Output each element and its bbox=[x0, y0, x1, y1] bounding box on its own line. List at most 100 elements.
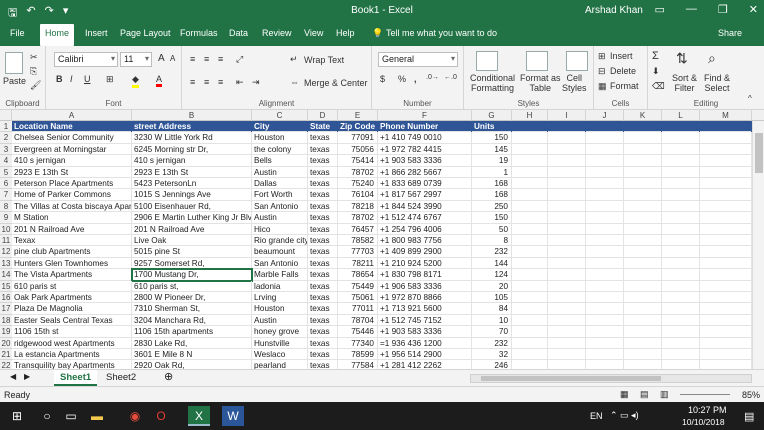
task-view-icon[interactable]: ▭ bbox=[60, 406, 82, 426]
table-cell[interactable]: 76457 bbox=[338, 223, 378, 235]
percent-button[interactable]: % bbox=[398, 74, 406, 84]
table-cell[interactable]: 1106 15th st bbox=[12, 326, 132, 338]
empty-cell[interactable] bbox=[700, 269, 752, 281]
empty-cell[interactable] bbox=[662, 303, 700, 315]
table-cell[interactable]: 8 bbox=[472, 235, 512, 247]
row-header[interactable]: 12 bbox=[0, 246, 12, 258]
column-header[interactable]: K bbox=[624, 110, 662, 121]
row-header[interactable]: 9 bbox=[0, 212, 12, 224]
header-cell[interactable]: State bbox=[308, 121, 338, 133]
empty-cell[interactable] bbox=[662, 246, 700, 258]
empty-cell[interactable] bbox=[624, 326, 662, 338]
empty-cell[interactable] bbox=[512, 121, 548, 133]
table-cell[interactable]: Fort Worth bbox=[252, 189, 308, 201]
table-cell[interactable]: 19 bbox=[472, 155, 512, 167]
empty-cell[interactable] bbox=[586, 257, 624, 270]
column-header[interactable]: J bbox=[586, 110, 624, 121]
table-cell[interactable]: Austin bbox=[252, 166, 308, 178]
empty-cell[interactable] bbox=[700, 178, 752, 190]
zoom-slider[interactable] bbox=[680, 394, 730, 395]
empty-cell[interactable] bbox=[586, 269, 624, 281]
table-cell[interactable]: 78654 bbox=[338, 269, 378, 281]
table-cell[interactable]: 75449 bbox=[338, 280, 378, 292]
empty-cell[interactable] bbox=[700, 246, 752, 258]
empty-cell[interactable] bbox=[662, 178, 700, 190]
language-indicator[interactable]: EN bbox=[590, 411, 603, 421]
table-cell[interactable]: 70 bbox=[472, 326, 512, 338]
sheet-tab-1[interactable]: Sheet1 bbox=[54, 370, 98, 386]
table-cell[interactable]: Bells bbox=[252, 155, 308, 167]
table-cell[interactable]: Chelsea Senior Community bbox=[12, 132, 132, 144]
paste-icon[interactable] bbox=[5, 52, 23, 74]
table-cell[interactable]: texas bbox=[308, 235, 338, 247]
decrease-indent-icon[interactable]: ⇤ bbox=[236, 77, 244, 88]
table-cell[interactable]: Live Oak bbox=[132, 235, 252, 247]
column-header[interactable]: H bbox=[512, 110, 548, 121]
empty-cell[interactable] bbox=[548, 189, 586, 201]
cell-styles-icon[interactable] bbox=[566, 51, 588, 71]
row-header[interactable]: 21 bbox=[0, 349, 12, 361]
clock-time[interactable]: 10:27 PM bbox=[688, 405, 727, 415]
empty-cell[interactable] bbox=[624, 292, 662, 304]
empty-cell[interactable] bbox=[512, 326, 548, 338]
table-cell[interactable]: +1 972 870 8866 bbox=[378, 292, 472, 304]
table-cell[interactable]: 78704 bbox=[338, 314, 378, 327]
sort-filter-icon[interactable]: ⇅ bbox=[676, 50, 688, 67]
table-cell[interactable]: 3601 E Mile 8 N bbox=[132, 349, 252, 361]
empty-cell[interactable] bbox=[662, 337, 700, 349]
table-cell[interactable]: 75446 bbox=[338, 326, 378, 338]
empty-cell[interactable] bbox=[662, 143, 700, 156]
table-cell[interactable]: 5100 Eisenhauer Rd, bbox=[132, 200, 252, 213]
row-header[interactable]: 18 bbox=[0, 314, 12, 327]
empty-cell[interactable] bbox=[512, 303, 548, 315]
column-header[interactable]: E bbox=[338, 110, 378, 121]
table-cell[interactable]: texas bbox=[308, 200, 338, 213]
empty-cell[interactable] bbox=[700, 223, 752, 235]
row-header[interactable]: 7 bbox=[0, 189, 12, 201]
empty-cell[interactable] bbox=[624, 200, 662, 213]
table-cell[interactable]: +1 903 583 3336 bbox=[378, 155, 472, 167]
row-header[interactable]: 14 bbox=[0, 269, 12, 281]
table-cell[interactable]: Home of Parker Commons bbox=[12, 189, 132, 201]
table-cell[interactable]: +1 844 524 3990 bbox=[378, 200, 472, 213]
empty-cell[interactable] bbox=[662, 212, 700, 224]
empty-cell[interactable] bbox=[586, 337, 624, 349]
empty-cell[interactable] bbox=[548, 132, 586, 144]
empty-cell[interactable] bbox=[586, 223, 624, 235]
table-cell[interactable]: ridgewood west Apartments bbox=[12, 337, 132, 349]
table-cell[interactable]: M Station bbox=[12, 212, 132, 224]
empty-cell[interactable] bbox=[662, 155, 700, 167]
empty-cell[interactable] bbox=[624, 155, 662, 167]
table-cell[interactable]: San Antonio bbox=[252, 257, 308, 270]
format-painter-icon[interactable]: 🖌 bbox=[30, 80, 41, 91]
table-cell[interactable]: Hunstville bbox=[252, 337, 308, 349]
empty-cell[interactable] bbox=[586, 155, 624, 167]
table-cell[interactable]: texas bbox=[308, 314, 338, 327]
table-cell[interactable]: 32 bbox=[472, 349, 512, 361]
table-cell[interactable]: Plaza De Magnolia bbox=[12, 303, 132, 315]
horizontal-scrollbar[interactable] bbox=[470, 374, 752, 383]
clock-date[interactable]: 10/10/2018 bbox=[682, 417, 725, 427]
empty-cell[interactable] bbox=[512, 178, 548, 190]
empty-cell[interactable] bbox=[662, 269, 700, 281]
table-cell[interactable]: 20 bbox=[472, 280, 512, 292]
table-cell[interactable]: +1 254 796 4006 bbox=[378, 223, 472, 235]
table-cell[interactable]: 246 bbox=[472, 360, 512, 369]
vertical-scrollbar[interactable] bbox=[752, 121, 764, 369]
empty-cell[interactable] bbox=[700, 189, 752, 201]
empty-cell[interactable] bbox=[586, 292, 624, 304]
table-cell[interactable]: 2906 E Martin Luther King Jr Blvd bbox=[132, 212, 252, 224]
empty-cell[interactable] bbox=[548, 235, 586, 247]
file-explorer-icon[interactable]: ▬ bbox=[86, 406, 108, 426]
tab-help[interactable]: Help bbox=[336, 28, 355, 38]
notification-icons[interactable]: ⌃ ▭ ◂) bbox=[610, 410, 639, 421]
scrollbar-thumb[interactable] bbox=[481, 376, 661, 381]
table-cell[interactable]: +1 903 583 3336 bbox=[378, 326, 472, 338]
sort-filter-button[interactable]: Sort & Filter bbox=[672, 73, 697, 93]
table-cell[interactable]: texas bbox=[308, 178, 338, 190]
empty-cell[interactable] bbox=[586, 121, 624, 133]
empty-cell[interactable] bbox=[548, 143, 586, 156]
fill-icon[interactable]: ⬇ bbox=[652, 66, 660, 77]
header-cell[interactable]: street Address bbox=[132, 121, 252, 133]
next-sheet-icon[interactable]: ▶ bbox=[18, 370, 36, 386]
